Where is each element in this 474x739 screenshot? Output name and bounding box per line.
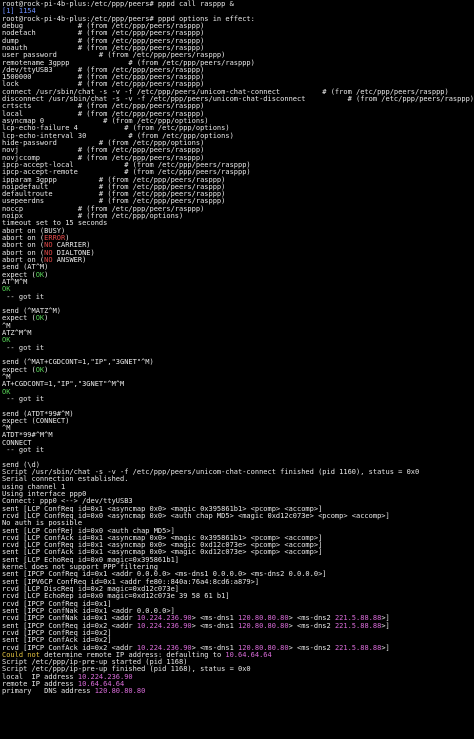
terminal-line: send (^MAT+CGDCONT=1,"IP","3GNET"^M) [2,359,474,366]
terminal-line: OK [2,388,474,396]
terminal-line: send (AT^M) [2,264,474,271]
terminal-text-segment: root@rock-pi-4b-plus:/etc/ppp/peers# ppp… [2,0,234,8]
terminal-text-segment: 221.5.88.88 [334,621,382,630]
terminal-line: AT+CGDCONT=1,"IP","3GNET"^M^M [2,381,474,388]
terminal-text-segment: -- got it [2,292,45,301]
terminal-line: -- got it [2,394,474,403]
terminal-line: send (ATDT*99#^M) [2,410,474,418]
terminal-line: -- got it [2,446,474,455]
terminal-text-segment: ) [44,365,49,374]
terminal-text-segment: 120.80.80.80 [94,687,146,696]
terminal-line: AT^M^M [2,278,474,286]
terminal-text-segment: >] [381,643,390,652]
terminal-line: root@rock-pi-4b-plus:/etc/ppp/peers# ppp… [2,0,474,8]
terminal-text-segment: OK [35,365,45,374]
terminal-text-segment: > <ms-dns2 [288,643,335,652]
terminal-line: OK [2,337,474,344]
terminal-line: -- got it [2,343,474,352]
terminal-line: -- got it [2,292,474,301]
terminal-line: expect (OK) [2,365,474,374]
terminal-text-segment: -- got it [2,446,45,455]
terminal-output: root@rock-pi-4b-plus:/etc/ppp/peers# ppp… [2,0,474,696]
terminal-line: OK [2,286,474,293]
terminal-line: expect (CONNECT) [2,416,474,425]
terminal-line: abort on (NO ANSWER) [2,255,474,264]
terminal-text-segment: 10.64.64.64 [225,650,272,659]
terminal-line: primary DNS address 120.80.80.80 [2,688,474,695]
terminal-line: ^M [2,322,474,330]
terminal-text-segment: >] [381,621,390,630]
terminal-text-segment: > <ms-dns2 [288,621,335,630]
terminal-text-segment: primary DNS address [2,687,95,696]
terminal-text-segment: -- got it [2,394,45,403]
terminal-text-segment: 120.80.80.80 [238,621,289,630]
terminal-line: Serial connection established. [2,476,474,483]
terminal-text-segment: ) [44,314,49,323]
terminal-window[interactable]: root@rock-pi-4b-plus:/etc/ppp/peers# ppp… [0,0,474,739]
terminal-line: abort on (BUSY) [2,227,474,235]
terminal-line: send (^MATZ^M) [2,307,474,315]
terminal-text-segment: 10.224.236.90 [136,621,192,630]
terminal-text-segment: OK [35,314,45,323]
terminal-text-segment: ) [44,270,49,279]
terminal-text-segment: -- got it [2,343,45,352]
terminal-text-segment: expect (CONNECT) [2,416,70,425]
terminal-line: expect (OK) [2,315,474,322]
terminal-line: ATDT*99#^M^M [2,432,474,439]
terminal-text-segment: AT+CGDCONT=1,"IP","3GNET"^M^M [2,380,125,389]
terminal-line: expect (OK) [2,270,474,279]
terminal-text-segment: ANSWER) [52,255,87,264]
terminal-line: ATZ^M^M [2,329,474,337]
terminal-line: timeout set to 15 seconds [2,220,474,227]
terminal-text-segment: OK [35,270,45,279]
terminal-text-segment: > <ms-dns1 [191,621,239,630]
terminal-line: ^M [2,424,474,432]
terminal-text-segment: 221.5.88.88 [334,643,382,652]
terminal-line: CONNECT [2,439,474,447]
